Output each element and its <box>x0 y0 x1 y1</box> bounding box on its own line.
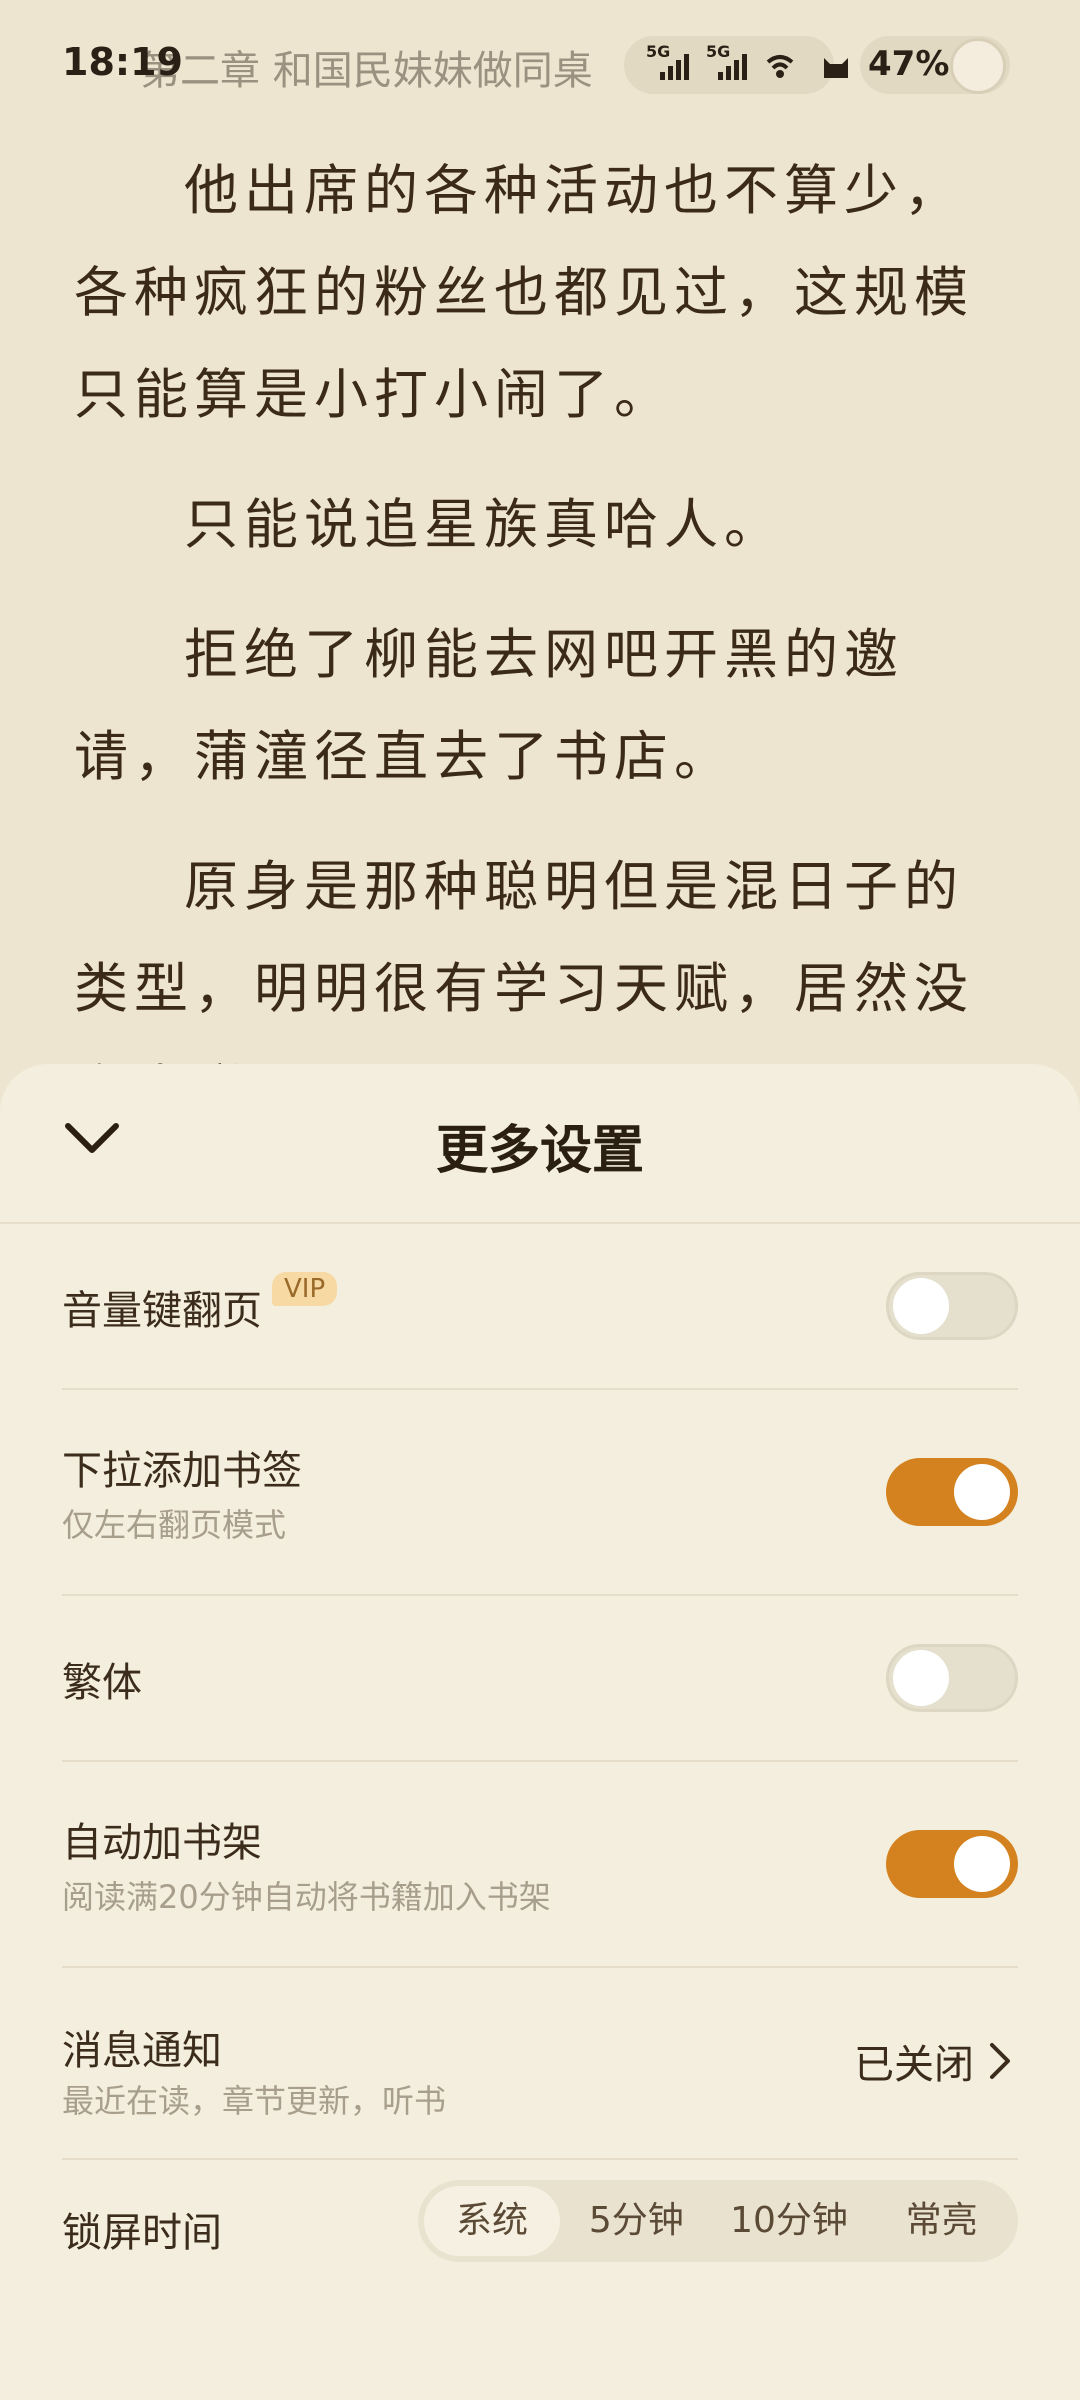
setting-description: 阅读满20分钟自动将书籍加入书架 <box>62 1878 551 1916</box>
traditional-chinese-toggle[interactable] <box>886 1644 1018 1712</box>
notification-status: 已关闭 <box>854 2032 1012 2090</box>
signal-icon <box>718 52 747 80</box>
setting-label: 锁屏时间 <box>62 2210 222 2256</box>
more-settings-sheet: 更多设置 音量键翻页 VIP 下拉添加书签 仅左右翻页模式 繁体 自动加书架 阅读… <box>0 1064 1080 2400</box>
setting-description: 最近在读，章节更新，听书 <box>62 2082 447 2120</box>
paragraph: 拒绝了柳能去网吧开黑的邀请，蒲潼径直去了书店。 <box>74 623 904 788</box>
status-bar: 第二章 和国民妹妹做同桌 18:19 5G 5G 47% <box>0 0 1080 130</box>
setting-notifications[interactable]: 消息通知 最近在读，章节更新，听书 已关闭 <box>62 1966 1018 2160</box>
setting-lock-screen-time: 锁屏时间 系统 5分钟 10分钟 常亮 <box>62 2158 1018 2288</box>
lock-time-option-system[interactable]: 系统 <box>424 2186 560 2256</box>
setting-label: 下拉添加书签 <box>62 1448 302 1494</box>
setting-auto-add-bookshelf: 自动加书架 阅读满20分钟自动将书籍加入书架 <box>62 1760 1018 1968</box>
setting-traditional-chinese: 繁体 <box>62 1594 1018 1762</box>
status-value: 已关闭 <box>854 2042 974 2088</box>
battery-level: 47% <box>868 44 950 84</box>
chevron-right-icon <box>990 2043 1010 2079</box>
setting-pull-down-bookmark: 下拉添加书签 仅左右翻页模式 <box>62 1388 1018 1596</box>
setting-description: 仅左右翻页模式 <box>62 1506 287 1544</box>
setting-label: 繁体 <box>62 1660 142 1706</box>
setting-label: 消息通知 <box>62 2028 222 2074</box>
pull-down-bookmark-toggle[interactable] <box>886 1458 1018 1526</box>
clock: 18:19 <box>62 40 183 84</box>
wifi-icon <box>766 55 794 78</box>
lock-time-option-5min[interactable]: 5分钟 <box>560 2186 713 2256</box>
avatar[interactable] <box>950 38 1006 94</box>
lock-time-option-10min[interactable]: 10分钟 <box>713 2186 866 2256</box>
sheet-title: 更多设置 <box>435 1121 644 1181</box>
setting-volume-key-page-turn: 音量键翻页 VIP <box>62 1222 1018 1390</box>
volume-key-toggle[interactable] <box>886 1272 1018 1340</box>
paragraph: 他出席的各种活动也不算少，各种疯狂的粉丝也都见过，这规模只能算是小打小闹了。 <box>74 159 974 426</box>
sheet-header: 更多设置 <box>0 1064 1080 1224</box>
paragraph: 只能说追星族真哈人。 <box>184 493 784 556</box>
chapter-title: 第二章 和国民妹妹做同桌 <box>140 48 593 94</box>
cat-icon <box>824 58 848 78</box>
setting-label: 音量键翻页 <box>62 1288 262 1334</box>
setting-label: 自动加书架 <box>62 1820 262 1866</box>
lock-time-selector: 系统 5分钟 10分钟 常亮 <box>418 2180 1018 2262</box>
vip-badge: VIP <box>272 1272 338 1306</box>
signal-icon <box>660 52 689 80</box>
reading-content: 他出席的各种活动也不算少，各种疯狂的粉丝也都见过，这规模只能算是小打小闹了。 只… <box>74 140 1014 1170</box>
auto-add-bookshelf-toggle[interactable] <box>886 1830 1018 1898</box>
lock-time-option-always[interactable]: 常亮 <box>865 2186 1018 2256</box>
